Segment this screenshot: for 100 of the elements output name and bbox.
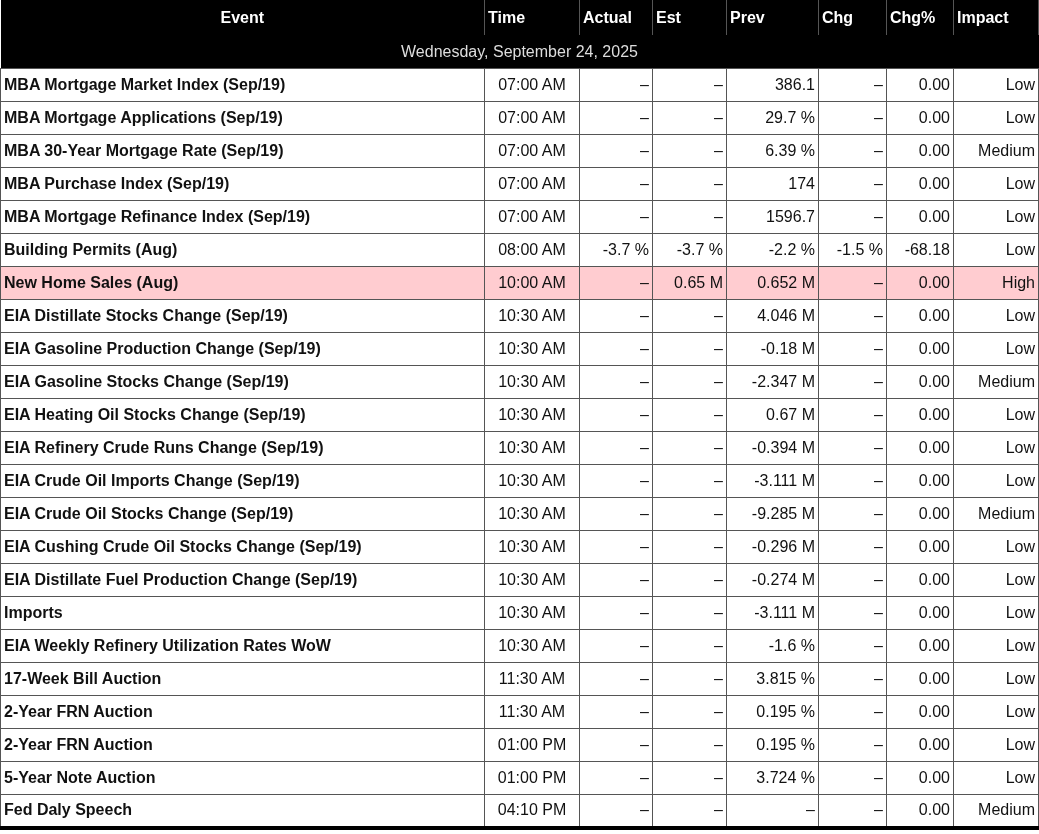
event-cell: MBA Mortgage Refinance Index (Sep/19) [0,200,485,234]
table-cell: – [579,530,653,564]
table-cell: 10:30 AM [484,563,580,597]
event-cell: MBA Mortgage Applications (Sep/19) [0,101,485,135]
table-cell: 10:00 AM [484,266,580,300]
event-cell: MBA Mortgage Market Index (Sep/19) [0,68,485,102]
table-cell: – [652,398,727,432]
table-cell: Low [953,464,1039,498]
table-cell: – [579,662,653,696]
table-cell: Low [953,530,1039,564]
event-cell: Building Permits (Aug) [0,233,485,267]
table-cell: – [652,431,727,465]
table-cell: – [818,695,887,729]
column-header: Chg [818,0,887,35]
table-cell: 0.00 [886,563,954,597]
table-cell: 10:30 AM [484,629,580,663]
table-cell: – [818,794,887,828]
table-cell: 10:30 AM [484,365,580,399]
table-cell: – [652,464,727,498]
event-cell: EIA Weekly Refinery Utilization Rates WoW [0,629,485,663]
table-cell: 07:00 AM [484,200,580,234]
table-cell: -3.7 % [579,233,653,267]
table-cell: -68.18 [886,233,954,267]
table-cell: 0.00 [886,167,954,201]
table-cell: 0.652 M [726,266,819,300]
table-cell: – [652,761,727,795]
table-cell: – [818,398,887,432]
table-cell: – [818,431,887,465]
table-cell: 01:00 PM [484,761,580,795]
table-cell: 0.00 [886,101,954,135]
table-cell: Low [953,629,1039,663]
table-cell: 10:30 AM [484,398,580,432]
table-cell: Medium [953,497,1039,531]
table-cell: 08:00 AM [484,233,580,267]
table-cell: 174 [726,167,819,201]
table-cell: – [579,68,653,102]
table-cell: 0.00 [886,200,954,234]
table-cell: Low [953,167,1039,201]
column-header: Prev [726,0,819,35]
event-cell: 17-Week Bill Auction [0,662,485,696]
table-cell: 07:00 AM [484,134,580,168]
table-cell: – [818,200,887,234]
table-cell: 0.00 [886,530,954,564]
table-cell: 07:00 AM [484,167,580,201]
table-cell: 0.67 M [726,398,819,432]
table-cell: 0.00 [886,695,954,729]
event-cell: EIA Crude Oil Stocks Change (Sep/19) [0,497,485,531]
event-cell: EIA Refinery Crude Runs Change (Sep/19) [0,431,485,465]
event-cell: EIA Distillate Fuel Production Change (Sep/19) [0,563,485,597]
table-cell: 0.00 [886,266,954,300]
table-cell: – [579,299,653,333]
table-cell: 11:30 AM [484,662,580,696]
table-cell: 0.00 [886,332,954,366]
table-cell: 6.39 % [726,134,819,168]
table-cell: – [818,332,887,366]
table-cell: Low [953,761,1039,795]
table-cell: – [818,596,887,630]
table-cell: – [579,431,653,465]
event-cell: EIA Heating Oil Stocks Change (Sep/19) [0,398,485,432]
table-cell: -1.6 % [726,629,819,663]
table-cell: – [652,299,727,333]
table-cell: – [579,266,653,300]
table-cell: – [818,728,887,762]
table-cell: – [818,167,887,201]
table-cell: 10:30 AM [484,596,580,630]
table-cell: – [818,68,887,102]
event-cell: EIA Cushing Crude Oil Stocks Change (Sep/19) [0,530,485,564]
table-cell: 4.046 M [726,299,819,333]
table-cell: 10:30 AM [484,530,580,564]
table-cell: Low [953,68,1039,102]
column-header: Time [484,0,580,35]
table-cell: – [579,134,653,168]
table-cell: -2.347 M [726,365,819,399]
event-cell: MBA Purchase Index (Sep/19) [0,167,485,201]
table-cell: – [726,794,819,828]
table-cell: 0.65 M [652,266,727,300]
table-cell: – [818,464,887,498]
table-cell: 0.00 [886,134,954,168]
table-cell: Low [953,431,1039,465]
table-cell: -1.5 % [818,233,887,267]
table-cell: – [818,629,887,663]
table-cell: – [652,167,727,201]
table-cell: – [579,497,653,531]
table-cell: – [652,728,727,762]
event-cell: EIA Gasoline Stocks Change (Sep/19) [0,365,485,399]
table-cell: – [579,794,653,828]
table-cell: 07:00 AM [484,101,580,135]
table-cell: Medium [953,365,1039,399]
column-header: Impact [953,0,1039,35]
table-cell: – [652,695,727,729]
table-cell: 1596.7 [726,200,819,234]
table-cell: 0.00 [886,398,954,432]
table-cell: Medium [953,794,1039,828]
table-cell: Low [953,299,1039,333]
event-cell: EIA Distillate Stocks Change (Sep/19) [0,299,485,333]
table-cell: Low [953,728,1039,762]
table-cell: – [652,794,727,828]
event-cell: EIA Crude Oil Imports Change (Sep/19) [0,464,485,498]
table-cell: – [818,134,887,168]
table-cell: 11:30 AM [484,695,580,729]
